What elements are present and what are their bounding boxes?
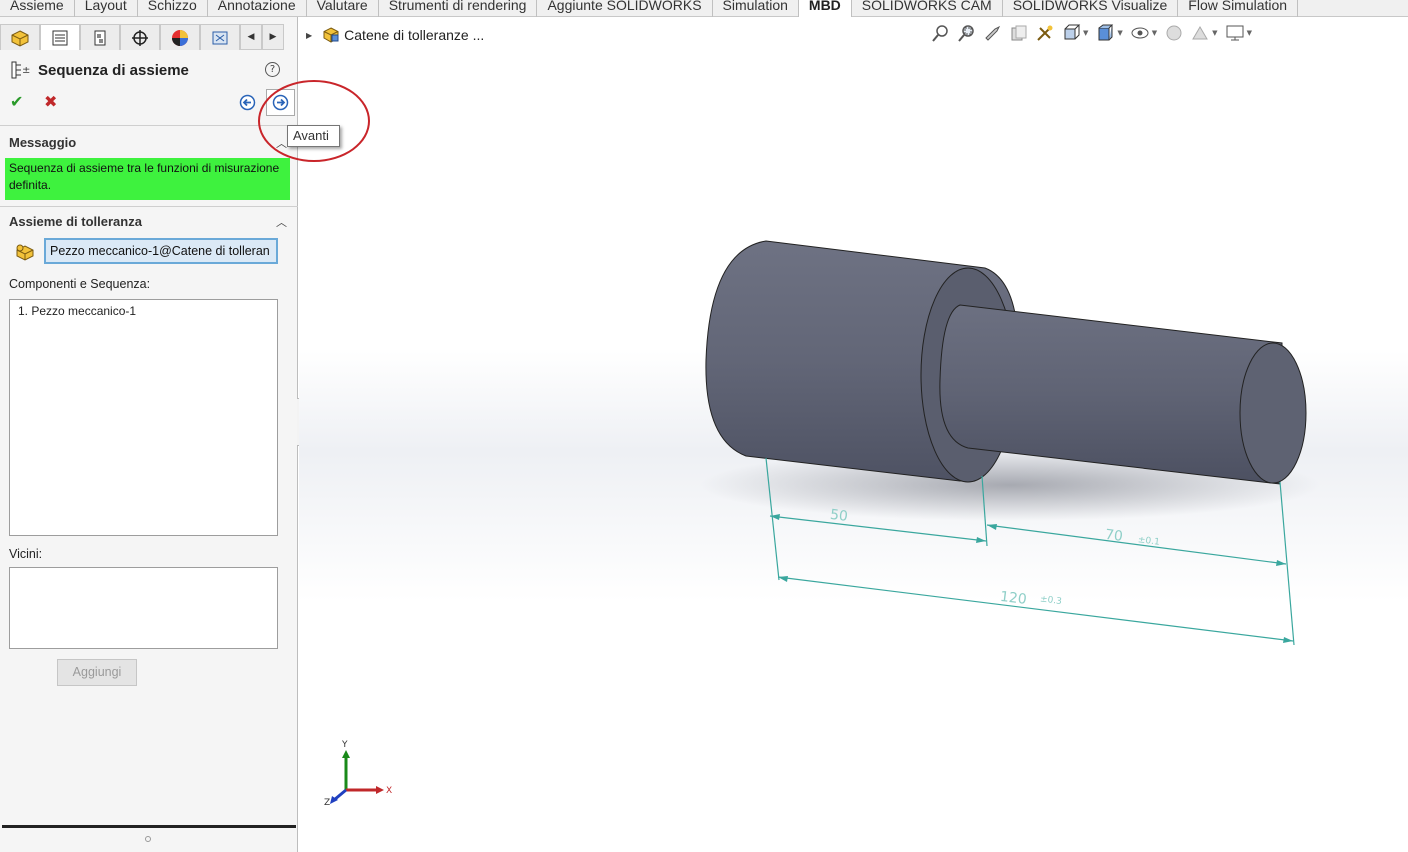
dimension-line-120 (777, 576, 1294, 642)
axis-x-label: X (386, 786, 392, 796)
dimension-arrow (778, 576, 788, 582)
dimension-arrow (1276, 560, 1286, 566)
dimension-arrow (987, 524, 997, 530)
model-viewport: 50 70 ±0.1 120 ±0.3 (700, 240, 1320, 646)
dimension-120-tolerance: ±0.3 (1039, 594, 1062, 607)
axis-triad: Y X Z (324, 740, 392, 808)
dimension-50-text[interactable]: 50 (829, 507, 849, 525)
small-cylinder-end-face (1239, 342, 1307, 484)
dimension-70-tolerance: ±0.1 (1137, 535, 1160, 548)
forward-tooltip: Avanti (287, 125, 340, 147)
dimension-arrow (976, 537, 986, 543)
highlight-circle (258, 80, 370, 162)
dimension-arrow (1283, 637, 1293, 643)
axis-z-label: Z (324, 798, 330, 808)
dimension-70-text[interactable]: 70 (1104, 527, 1124, 545)
axis-y-label: Y (341, 740, 348, 750)
dimension-120-text[interactable]: 120 (999, 589, 1027, 608)
